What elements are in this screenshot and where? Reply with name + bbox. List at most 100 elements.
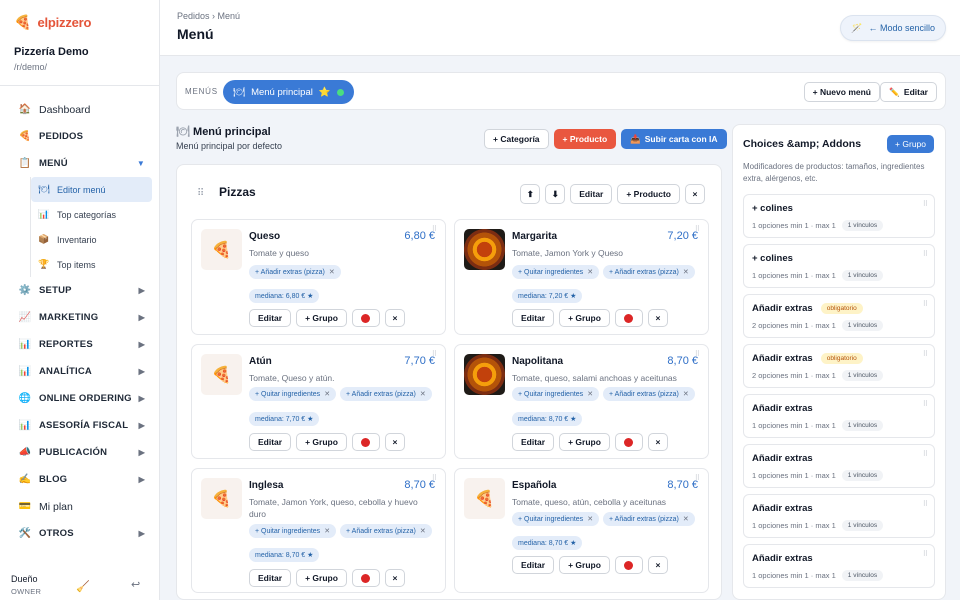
delete-product-button[interactable]: ×	[647, 433, 668, 451]
broom-icon[interactable]: 🧹	[76, 580, 90, 593]
delete-product-button[interactable]: ×	[647, 556, 668, 574]
edit-product-button[interactable]: Editar	[249, 569, 292, 587]
modifier-group[interactable]: ⠿ Añadir extras obligatorio 2 opciones mi…	[743, 344, 935, 388]
close-icon[interactable]: ✕	[329, 268, 335, 276]
edit-menu-button[interactable]: ✏️ Editar	[880, 82, 937, 102]
brand-logo[interactable]: 🍕 elpizzero	[14, 14, 91, 31]
status-toggle-button[interactable]	[351, 433, 380, 451]
edit-product-button[interactable]: Editar	[512, 433, 555, 451]
modifier-group[interactable]: ⠿ + colines 1 opciones min 1 · max 1 1 ví…	[743, 194, 935, 238]
menu-pill-active[interactable]: 🍽 Menú principal ⭐	[223, 80, 354, 104]
modifier-tag[interactable]: + Quitar ingredientes ✕	[512, 265, 600, 279]
add-group-button[interactable]: + Grupo	[559, 556, 610, 574]
product-card[interactable]: ⠿ Napolitana 8,70 € Tomate, queso, salam…	[454, 344, 709, 459]
product-card[interactable]: ⠿ Margarita 7,20 € Tomate, Jamon York y …	[454, 219, 709, 335]
drag-dots-icon[interactable]: ⠿	[923, 350, 928, 358]
add-product-category-button[interactable]: + Producto	[617, 184, 680, 204]
delete-category-button[interactable]: ×	[685, 184, 705, 204]
close-icon[interactable]: ✕	[587, 515, 593, 523]
close-icon[interactable]: ✕	[324, 390, 330, 398]
sidebar-item-reportes[interactable]: 📊 REPORTES ▶	[0, 331, 160, 358]
add-group-button[interactable]: + Grupo	[296, 433, 347, 451]
close-icon[interactable]: ✕	[683, 515, 689, 523]
modifier-tag[interactable]: + Añadir extras (pizza) ✕	[603, 387, 695, 401]
breadcrumb[interactable]: Pedidos › Menú	[177, 11, 240, 21]
modifier-group[interactable]: ⠿ Añadir extras 1 opciones min 1 · max 1…	[743, 394, 935, 438]
add-group-button[interactable]: + Grupo	[296, 569, 347, 587]
sidebar-item-online-ordering[interactable]: 🌐 ONLINE ORDERING ▶	[0, 385, 160, 412]
sidebar-item-publicacion[interactable]: 📣 PUBLICACIÓN ▶	[0, 439, 160, 466]
new-menu-button[interactable]: + Nuevo menú	[803, 82, 880, 102]
modifier-group[interactable]: ⠿ Añadir extras 1 opciones min 1 · max 1…	[743, 544, 935, 588]
delete-product-button[interactable]: ×	[384, 569, 405, 587]
modifier-tag[interactable]: + Añadir extras (pizza) ✕	[603, 265, 695, 279]
edit-product-button[interactable]: Editar	[512, 309, 555, 327]
modifier-group[interactable]: ⠿ Añadir extras obligatorio 2 opciones mi…	[743, 294, 935, 338]
product-card[interactable]: ⠿ 🍕 Atún 7,70 € Tomate, Queso y atún. + …	[191, 344, 446, 459]
modifier-tag[interactable]: + Añadir extras (pizza) ✕	[603, 512, 695, 526]
sidebar-item-blog[interactable]: ✍️ BLOG ▶	[0, 466, 160, 493]
drag-dots-icon[interactable]: ⠿	[923, 500, 928, 508]
modifier-tag[interactable]: + Añadir extras (pizza) ✕	[340, 387, 432, 401]
close-icon[interactable]: ✕	[683, 390, 689, 398]
sidebar-item-inventario[interactable]: 📦 Inventario	[31, 227, 152, 252]
product-card[interactable]: ⠿ 🍕 Queso 6,80 € Tomate y queso + Añadir…	[191, 219, 446, 335]
sidebar-item-pedidos[interactable]: 🍕 PEDIDOS	[0, 123, 160, 150]
modifier-tag[interactable]: + Añadir extras (pizza) ✕	[340, 524, 432, 538]
delete-product-button[interactable]: ×	[384, 433, 405, 451]
modifier-tag[interactable]: + Quitar ingredientes ✕	[249, 524, 337, 538]
sidebar-item-dashboard[interactable]: 🏠 Dashboard	[0, 96, 160, 123]
move-down-button[interactable]: ⬇	[545, 184, 566, 204]
sidebar-item-menu[interactable]: 📋 MENÚ ▼	[0, 150, 160, 177]
status-toggle-button[interactable]	[351, 569, 380, 587]
status-toggle-button[interactable]	[351, 309, 380, 327]
logout-icon[interactable]: ↩	[131, 578, 140, 591]
sidebar-item-top-items[interactable]: 🏆 Top items	[31, 252, 152, 277]
drag-dots-icon[interactable]: ⠿	[923, 550, 928, 558]
status-toggle-button[interactable]	[614, 556, 643, 574]
drag-dots-icon[interactable]: ⠿	[923, 300, 928, 308]
delete-product-button[interactable]: ×	[647, 309, 668, 327]
add-group-button[interactable]: + Grupo	[296, 309, 347, 327]
status-toggle-button[interactable]	[614, 433, 643, 451]
drag-handle-icon[interactable]: ⠿	[197, 188, 204, 199]
drag-dots-icon[interactable]: ⠿	[923, 200, 928, 208]
add-group-button[interactable]: + Grupo	[887, 135, 934, 153]
sidebar-item-asesoria-fiscal[interactable]: 📊 ASESORÍA FISCAL ▶	[0, 412, 160, 439]
modifier-tag[interactable]: + Quitar ingredientes ✕	[512, 512, 600, 526]
close-icon[interactable]: ✕	[683, 268, 689, 276]
add-group-button[interactable]: + Grupo	[559, 433, 610, 451]
modifier-tag[interactable]: + Añadir extras (pizza) ✕	[249, 265, 341, 279]
close-icon[interactable]: ✕	[587, 268, 593, 276]
edit-product-button[interactable]: Editar	[249, 309, 292, 327]
modifier-tag[interactable]: + Quitar ingredientes ✕	[512, 387, 600, 401]
close-icon[interactable]: ✕	[324, 527, 330, 535]
product-card[interactable]: ⠿ 🍕 Inglesa 8,70 € Tomate, Jamon York, q…	[191, 468, 446, 593]
edit-product-button[interactable]: Editar	[512, 556, 555, 574]
sidebar-item-mi-plan[interactable]: 💳 Mi plan	[0, 493, 160, 520]
close-icon[interactable]: ✕	[420, 390, 426, 398]
modifier-group[interactable]: ⠿ + colines 1 opciones min 1 · max 1 1 ví…	[743, 244, 935, 288]
product-card[interactable]: ⠿ 🍕 Española 8,70 € Tomate, queso, atún,…	[454, 468, 709, 593]
sidebar-item-top-categorias[interactable]: 📊 Top categorías	[31, 202, 152, 227]
status-toggle-button[interactable]	[614, 309, 643, 327]
simple-mode-button[interactable]: 🪄 ← Modo sencillo	[840, 15, 946, 41]
upload-menu-ai-button[interactable]: 📥 Subir carta con IA	[621, 129, 727, 149]
sidebar-item-setup[interactable]: ⚙️ SETUP ▶	[0, 277, 160, 304]
edit-category-button[interactable]: Editar	[570, 184, 613, 204]
sidebar-item-marketing[interactable]: 📈 MARKETING ▶	[0, 304, 160, 331]
user-block[interactable]: Dueño OWNER	[11, 574, 41, 596]
drag-dots-icon[interactable]: ⠿	[923, 450, 928, 458]
modifier-tag[interactable]: + Quitar ingredientes ✕	[249, 387, 337, 401]
sidebar-item-analitica[interactable]: 📊 ANALÍTICA ▶	[0, 358, 160, 385]
sidebar-item-otros[interactable]: 🛠️ OTROS ▶	[0, 520, 160, 547]
close-icon[interactable]: ✕	[587, 390, 593, 398]
sidebar-item-editor-menu[interactable]: 🍽 Editor menú	[31, 177, 152, 202]
add-group-button[interactable]: + Grupo	[559, 309, 610, 327]
add-product-button[interactable]: + Producto	[553, 129, 617, 149]
drag-dots-icon[interactable]: ⠿	[923, 400, 928, 408]
close-icon[interactable]: ✕	[420, 527, 426, 535]
modifier-group[interactable]: ⠿ Añadir extras 1 opciones min 1 · max 1…	[743, 444, 935, 488]
drag-dots-icon[interactable]: ⠿	[923, 250, 928, 258]
modifier-group[interactable]: ⠿ Añadir extras 1 opciones min 1 · max 1…	[743, 494, 935, 538]
